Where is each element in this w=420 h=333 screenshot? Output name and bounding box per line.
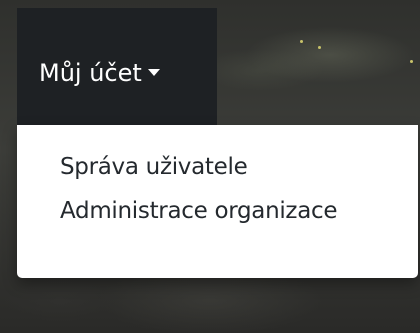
account-dropdown-menu: Správa uživatele Administrace organizace	[17, 125, 418, 278]
account-menu-label: Můj účet	[39, 59, 142, 87]
background-speck	[410, 60, 413, 63]
background-speck	[318, 46, 321, 49]
background-speck	[300, 40, 303, 43]
chevron-down-icon	[147, 68, 160, 76]
account-menu-toggle[interactable]: Můj účet	[17, 8, 217, 125]
menu-item-user-management[interactable]: Správa uživatele	[17, 145, 418, 189]
menu-item-organization-admin[interactable]: Administrace organizace	[17, 189, 418, 233]
